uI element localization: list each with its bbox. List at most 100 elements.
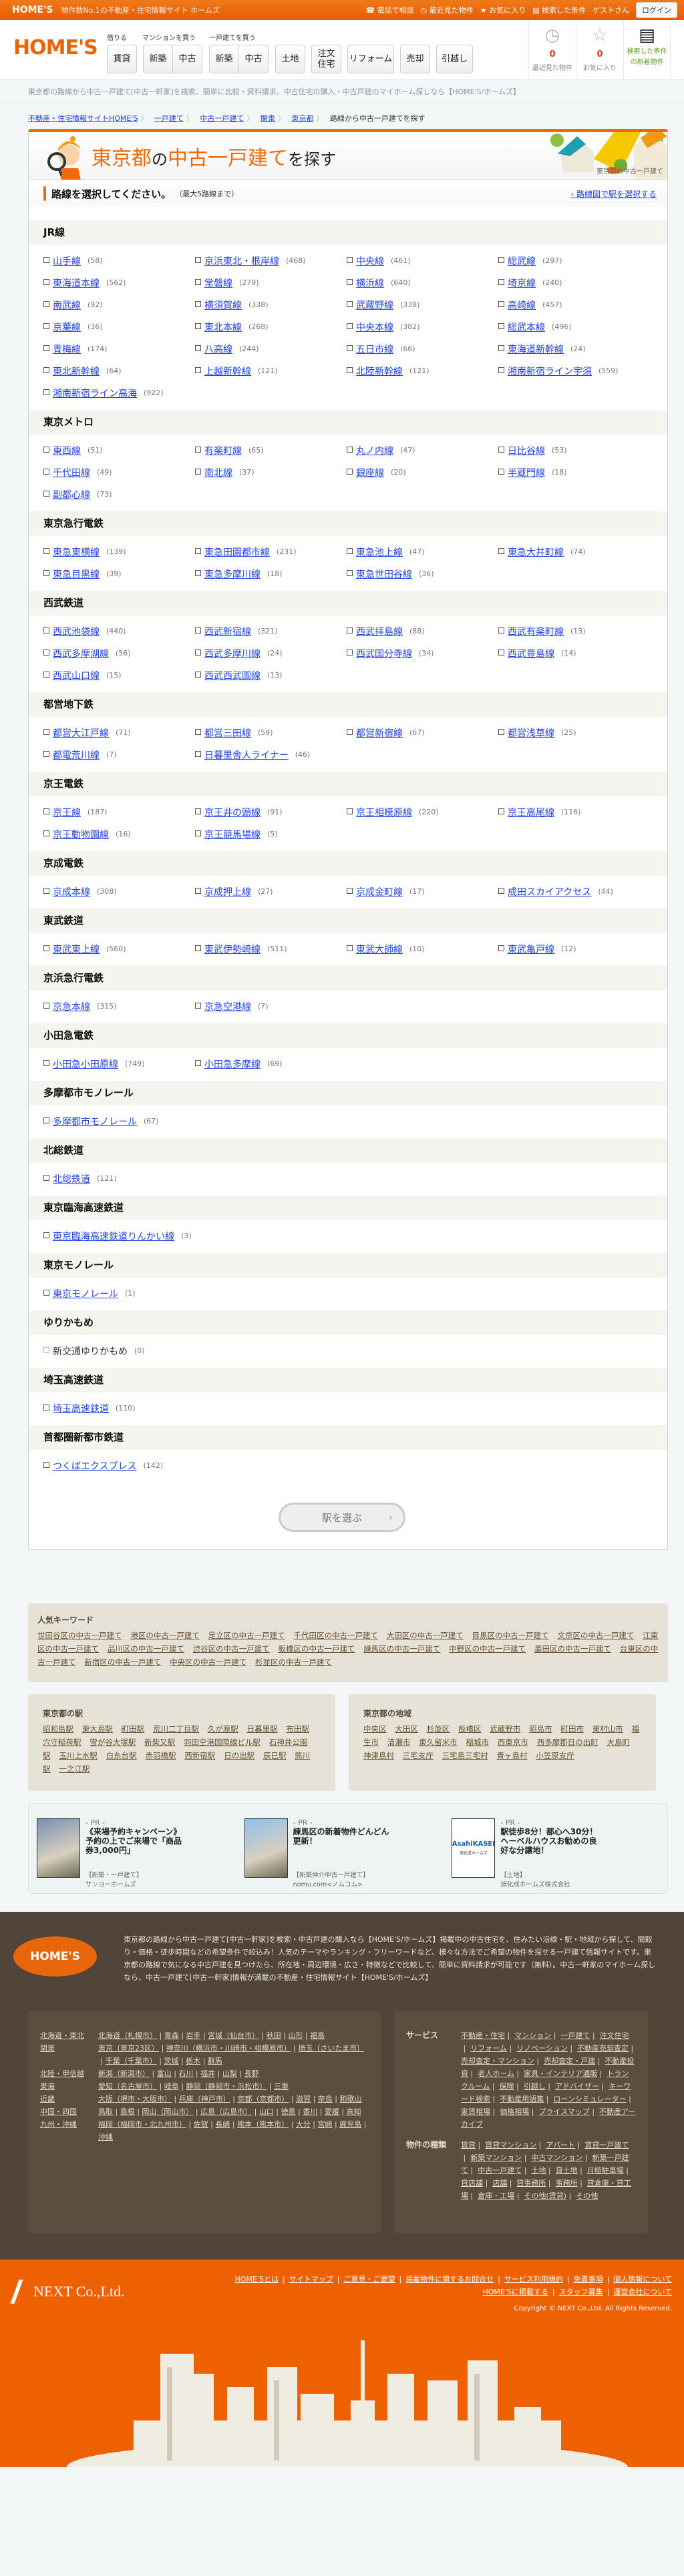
- service-link[interactable]: 売却査定・マンション: [461, 2057, 542, 2065]
- line-link[interactable]: 北陸新幹線: [356, 364, 403, 378]
- area-link[interactable]: 中央区: [363, 1724, 387, 1734]
- line-checkbox[interactable]: [43, 345, 49, 351]
- prefecture-link[interactable]: 宮城（仙台市）: [208, 2031, 267, 2040]
- searched-link[interactable]: ▤ 検索した条件: [532, 5, 586, 15]
- station-link[interactable]: 一之江駅: [59, 1764, 90, 1774]
- prefecture-link[interactable]: 鳥取: [98, 2107, 120, 2116]
- station-link[interactable]: 東大島駅: [82, 1724, 113, 1734]
- line-checkbox[interactable]: [43, 1404, 49, 1410]
- area-link[interactable]: 大島町: [607, 1738, 630, 1747]
- line-link[interactable]: 東京臨海高速鉄道りんかい線: [53, 1230, 174, 1243]
- line-checkbox[interactable]: [498, 367, 504, 373]
- line-checkbox[interactable]: [195, 808, 201, 814]
- phone-consult-link[interactable]: ☎ 電話で相談: [365, 5, 413, 15]
- property-type-link[interactable]: 賃貸マンション: [485, 2141, 544, 2149]
- prefecture-link[interactable]: 長崎: [215, 2120, 237, 2129]
- property-type-link[interactable]: 賃貸: [461, 2141, 483, 2149]
- favorites-link[interactable]: ★ お気に入り: [480, 5, 526, 15]
- line-checkbox[interactable]: [347, 548, 353, 554]
- property-type-link[interactable]: 事務所: [556, 2179, 585, 2187]
- station-link[interactable]: 日暮里駅: [247, 1724, 278, 1734]
- line-link[interactable]: 都営三田線: [204, 726, 251, 740]
- nav-new-house-button[interactable]: 新築: [209, 45, 239, 73]
- prefecture-link[interactable]: 愛媛: [325, 2107, 347, 2116]
- line-link[interactable]: 日比谷線: [508, 444, 545, 457]
- line-checkbox[interactable]: [195, 345, 201, 351]
- line-link[interactable]: 東武伊勢崎線: [204, 943, 261, 956]
- corporate-link[interactable]: 免責事項: [574, 2275, 603, 2284]
- line-link[interactable]: 横浜線: [356, 276, 384, 290]
- prefecture-link[interactable]: 沖縄: [98, 2133, 113, 2141]
- prefecture-link[interactable]: 熊本（熊本市）: [237, 2120, 296, 2129]
- line-checkbox[interactable]: [43, 751, 49, 757]
- property-type-link[interactable]: 貸事務所: [516, 2179, 553, 2187]
- line-link[interactable]: 湘南新宿ライン高海: [53, 387, 137, 400]
- prefecture-link[interactable]: 愛知（名古屋市）: [98, 2082, 164, 2091]
- service-link[interactable]: 引越し: [524, 2082, 553, 2091]
- line-link[interactable]: 五日市線: [356, 342, 393, 356]
- line-link[interactable]: 埼玉高速鉄道: [53, 1402, 109, 1415]
- line-link[interactable]: 北総鉄道: [53, 1172, 90, 1186]
- keyword-link[interactable]: 墨田区の中古一戸建て: [534, 1644, 611, 1653]
- area-link[interactable]: 東村山市: [592, 1724, 623, 1734]
- line-checkbox[interactable]: [498, 279, 504, 285]
- line-link[interactable]: 日暮里舎人ライナー: [204, 748, 289, 762]
- footer-logo[interactable]: HOME'S: [13, 1937, 97, 1977]
- area-link[interactable]: 西東京市: [498, 1738, 528, 1747]
- prefecture-link[interactable]: 福岡（福岡市・北九州市）: [98, 2120, 194, 2129]
- keyword-link[interactable]: 港区の中古一戸建て: [130, 1631, 200, 1640]
- prefecture-link[interactable]: 宮崎: [318, 2120, 340, 2129]
- line-checkbox[interactable]: [195, 751, 201, 757]
- line-checkbox[interactable]: [195, 257, 201, 263]
- service-link[interactable]: ローンシミュレーター: [553, 2095, 633, 2103]
- service-link[interactable]: 不動産用語集: [500, 2095, 551, 2103]
- line-checkbox[interactable]: [347, 447, 353, 453]
- line-link[interactable]: 八高線: [204, 342, 232, 356]
- line-checkbox[interactable]: [43, 1003, 49, 1009]
- station-link[interactable]: 白糸台駅: [106, 1751, 137, 1760]
- region-link[interactable]: 九州・沖縄: [40, 2118, 90, 2143]
- service-link[interactable]: 家賃相場: [461, 2107, 498, 2116]
- nav-new-mansion-button[interactable]: 新築: [143, 45, 173, 73]
- line-checkbox[interactable]: [195, 548, 201, 554]
- breadcrumb-link[interactable]: 一戸建て: [154, 114, 184, 123]
- line-checkbox[interactable]: [195, 469, 201, 475]
- station-link[interactable]: 荒川二丁目駅: [153, 1724, 199, 1734]
- line-checkbox[interactable]: [195, 672, 201, 678]
- prefecture-link[interactable]: 三重: [274, 2082, 289, 2091]
- prefecture-link[interactable]: 石川: [178, 2069, 200, 2078]
- line-checkbox[interactable]: [43, 808, 49, 814]
- region-link[interactable]: 北海道・東北: [40, 2029, 90, 2042]
- line-link[interactable]: 東急世田谷線: [356, 567, 412, 581]
- line-link[interactable]: 東海道本線: [53, 276, 100, 290]
- area-link[interactable]: 西多摩郡日の出町: [537, 1738, 598, 1747]
- line-checkbox[interactable]: [347, 279, 353, 285]
- pr-headline[interactable]: 駅徒歩8分！都心へ30分！ヘーベルハウスお勧めの良好な分譲地！: [500, 1827, 604, 1866]
- area-link[interactable]: 三宅支庁: [403, 1751, 434, 1760]
- prefecture-link[interactable]: 新潟（新潟市）: [98, 2069, 157, 2078]
- service-link[interactable]: 一戸建て: [560, 2031, 597, 2040]
- line-checkbox[interactable]: [498, 945, 504, 951]
- line-link[interactable]: 常磐線: [204, 276, 232, 290]
- area-link[interactable]: 小笠原支庁: [536, 1751, 574, 1760]
- prefecture-link[interactable]: 大阪（堺市・大阪市）: [98, 2095, 179, 2103]
- breadcrumb-link[interactable]: 不動産・住宅情報サイトHOME'S: [28, 114, 138, 123]
- breadcrumb-link[interactable]: 中古一戸建て: [200, 114, 244, 123]
- line-checkbox[interactable]: [43, 1232, 49, 1238]
- prefecture-link[interactable]: 京都（京都市）: [237, 2095, 296, 2103]
- nav-custom-home-button[interactable]: 注文住宅: [311, 45, 341, 73]
- area-link[interactable]: 大田区: [395, 1724, 418, 1734]
- corporate-link[interactable]: サイトマップ: [289, 2275, 333, 2284]
- line-checkbox[interactable]: [43, 301, 49, 307]
- service-link[interactable]: 老人ホーム: [478, 2069, 521, 2078]
- line-link[interactable]: つくばエクスプレス: [53, 1459, 137, 1473]
- area-link[interactable]: 杉並区: [427, 1724, 450, 1734]
- service-link[interactable]: プライスマップ: [538, 2107, 596, 2116]
- area-link[interactable]: 青ヶ島村: [496, 1751, 527, 1760]
- region-link[interactable]: 中国・四国: [40, 2105, 90, 2118]
- prefecture-link[interactable]: 富山: [157, 2069, 179, 2078]
- station-link[interactable]: 辰巳駅: [263, 1751, 287, 1760]
- line-link[interactable]: 都営大江戸線: [53, 726, 109, 740]
- prefecture-link[interactable]: 北海道（札幌市）: [98, 2031, 164, 2040]
- line-checkbox[interactable]: [498, 345, 504, 351]
